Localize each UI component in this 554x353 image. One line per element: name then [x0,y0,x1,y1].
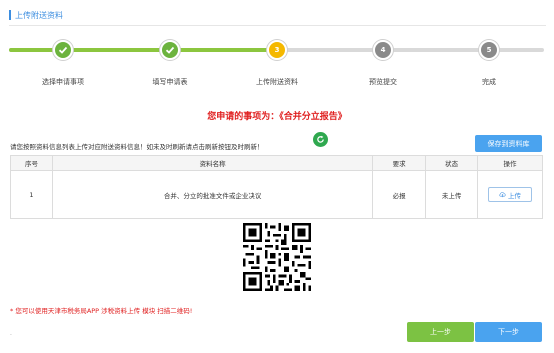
table-header-row: 序号 资料名称 要求 状态 操作 [10,155,543,171]
step-1-done-icon [53,40,73,60]
previous-step-button[interactable]: 上一步 [407,322,474,342]
progress-track-completed [9,48,274,52]
header-accent-bar [9,10,11,20]
column-header-name: 资料名称 [51,155,374,171]
page-header: 上传附送资料 [9,9,63,21]
column-header-index: 序号 [10,155,53,171]
step-4-number: 4 [380,46,386,54]
attachment-table: 序号 资料名称 要求 状态 操作 1 合并、分立的批准文件或企业决议 必报 未上… [10,155,543,219]
table-row: 1 合并、分立的批准文件或企业决议 必报 未上传 上传 [10,170,543,219]
step-5-label: 完成 [482,78,496,86]
upload-notice: 请您按照资料信息列表上传对应附送资料信息！如未及时刷新请点击刷新按钮及时刷新！ [10,143,264,151]
refresh-button[interactable] [313,132,328,147]
qr-code-image [243,223,311,291]
row-index: 1 [10,170,53,219]
refresh-icon [317,135,324,143]
footer-dot: . [10,330,12,337]
app-scan-hint: * 您可以使用天津市税务局APP 涉税资料上传 模块 扫描二维码! [10,307,193,315]
row-document-name: 合并、分立的批准文件或企业决议 [51,170,374,219]
step-3-indicator: 3 [267,40,287,60]
step-3-number: 3 [274,46,280,54]
header-divider [9,25,546,26]
row-action-cell: 上传 [477,170,543,219]
step-1-label: 选择申请事项 [42,78,84,86]
step-3-label: 上传附送资料 [256,78,298,86]
checkmark-icon [165,46,175,54]
row-requirement: 必报 [372,170,427,219]
column-header-status: 状态 [425,155,479,171]
upload-button[interactable]: 上传 [488,187,532,202]
checkmark-icon [58,46,68,54]
application-item-headline: 您申请的事项为：《合并分立报告》 [207,112,347,122]
column-header-action: 操作 [477,155,543,171]
cloud-upload-icon [499,192,506,198]
step-2-done-icon [160,40,180,60]
step-5-number: 5 [486,46,492,54]
step-5-indicator: 5 [479,40,499,60]
column-header-requirement: 要求 [372,155,427,171]
next-step-button[interactable]: 下一步 [475,322,542,342]
save-to-library-button[interactable]: 保存到资料库 [475,135,542,152]
page-title: 上传附送资料 [15,10,63,20]
step-4-indicator: 4 [373,40,393,60]
step-2-label: 填写申请表 [152,78,188,86]
upload-button-label: 上传 [508,191,521,200]
row-status: 未上传 [425,170,479,219]
step-4-label: 预览提交 [369,78,397,86]
